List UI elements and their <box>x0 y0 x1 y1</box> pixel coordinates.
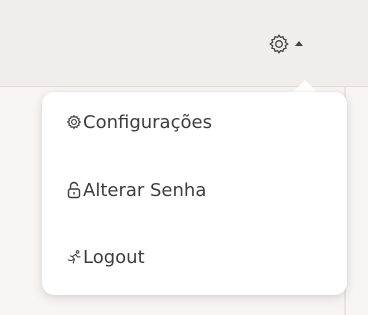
lock-icon <box>66 181 82 199</box>
gear-icon <box>66 113 82 131</box>
menu-item-label: Logout <box>83 246 145 268</box>
user-dropdown-menu: Configurações Alterar Senha Logout <box>42 92 347 295</box>
settings-menu-toggle[interactable] <box>268 28 328 60</box>
caret-up-icon <box>295 40 303 46</box>
menu-item-alterar-senha[interactable]: Alterar Senha <box>42 168 347 212</box>
gear-icon <box>268 33 290 55</box>
running-icon <box>66 248 82 266</box>
menu-item-label: Configurações <box>83 111 212 133</box>
menu-item-logout[interactable]: Logout <box>42 235 347 279</box>
menu-item-configuracoes[interactable]: Configurações <box>42 100 347 144</box>
menu-item-label: Alterar Senha <box>83 179 207 201</box>
